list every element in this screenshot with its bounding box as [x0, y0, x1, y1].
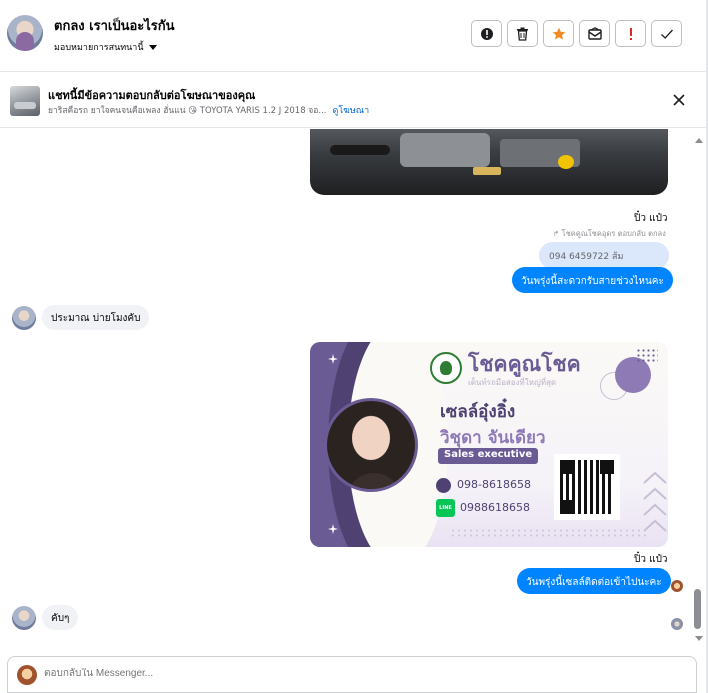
page-avatar [17, 665, 37, 685]
alert-circle-icon [480, 27, 493, 40]
incoming-message[interactable]: ประมาณ บ่ายโมงคับ [42, 305, 150, 330]
salesperson-photo [324, 398, 418, 492]
assign-label: มอบหมายการสนทนานี้ [54, 43, 144, 53]
delete-button[interactable] [507, 20, 538, 47]
star-button[interactable] [543, 20, 574, 47]
trash-icon [517, 27, 528, 41]
contact-avatar-small[interactable] [12, 306, 36, 330]
view-ad-link[interactable]: ดูโฆษณา [333, 106, 370, 116]
ad-caption: ยาริสคือรถ ยาใจคนจนคือเพลง ฮั่นแน 😘 TOYO… [48, 106, 327, 116]
qr-code [554, 454, 620, 520]
contact-name[interactable]: ตกลง เราเป็นอะไรกัน [54, 15, 175, 36]
ad-banner-title: แชทนี้มีข้อความตอบกลับต่อโฆษณาของคุณ [48, 89, 256, 102]
conversation-header: ตกลง เราเป็นอะไรกัน มอบหมายการสนทนานี้ [0, 0, 708, 72]
card-dot-pattern [450, 528, 650, 538]
card-tagline: เต็นท์รถมือสองที่ใหญ่ที่สุด [468, 378, 557, 387]
reply-input[interactable] [44, 668, 176, 679]
mark-unread-button[interactable] [579, 20, 610, 47]
outgoing-message[interactable]: วันพรุ่งนี้สะดวกรับสายช่วงไหนคะ [512, 267, 673, 293]
card-fullname: วิชุดา จันเดียว [440, 428, 546, 448]
engine-hose [330, 145, 390, 155]
outgoing-message[interactable]: วันพรุ่งนี้เซลล์ติดต่อเข้าไปนะคะ [517, 568, 671, 594]
contact-avatar-small[interactable] [12, 606, 36, 630]
card-phone: 098-8618658 [457, 478, 531, 491]
phone-icon [436, 478, 451, 493]
engine-sticker [473, 167, 501, 175]
card-nickname: เซลล์อุ๋งอิ๋ง [440, 402, 516, 422]
quoted-message[interactable]: 094 6459722 ส้ม [539, 242, 669, 269]
radiator-cap [558, 155, 574, 169]
check-icon [660, 29, 673, 39]
report-button[interactable] [471, 20, 502, 47]
brand-logo [430, 352, 462, 384]
reply-note: ↱ โชคคูณโชคอุดร ตอบกลับ ตกลง [553, 229, 666, 238]
reply-composer[interactable] [7, 656, 697, 693]
card-dots [636, 348, 658, 364]
engine-cover [400, 133, 490, 167]
card-role: Sales executive [438, 448, 539, 464]
action-toolbar [471, 20, 682, 47]
sparkle-icon [328, 354, 338, 364]
star-icon [552, 27, 565, 40]
close-icon[interactable] [671, 92, 687, 108]
scroll-thumb[interactable] [694, 589, 701, 629]
scroll-up-icon[interactable] [695, 138, 703, 143]
envelope-icon [587, 27, 602, 40]
done-button[interactable] [651, 20, 682, 47]
sparkle-icon [328, 524, 338, 534]
exclamation-icon [629, 27, 632, 40]
assign-conversation-dropdown[interactable]: มอบหมายการสนทนานี้ [54, 40, 157, 54]
seen-avatar [671, 580, 683, 592]
sender-name: ปิ๋ว แป๋ว [634, 213, 668, 224]
sender-name: ปิ๋ว แป๋ว [634, 554, 668, 565]
ad-thumbnail[interactable] [10, 86, 40, 116]
card-line-id: 0988618658 [460, 501, 530, 514]
read-receipt-avatar [671, 618, 683, 630]
caret-down-icon [148, 44, 157, 50]
follow-up-button[interactable] [615, 20, 646, 47]
engine-photo[interactable] [310, 129, 668, 195]
business-card-image[interactable]: โชคคูณโชค เต็นท์รถมือสองที่ใหญ่ที่สุด เซ… [310, 342, 668, 547]
incoming-message[interactable]: คับๆ [42, 605, 79, 630]
scroll-down-icon[interactable] [695, 636, 703, 641]
ad-banner-subtitle: ยาริสคือรถ ยาใจคนจนคือเพลง ฮั่นแน 😘 TOYO… [48, 103, 369, 117]
contact-avatar[interactable] [7, 15, 43, 51]
line-app-icon: LINE [436, 499, 455, 517]
